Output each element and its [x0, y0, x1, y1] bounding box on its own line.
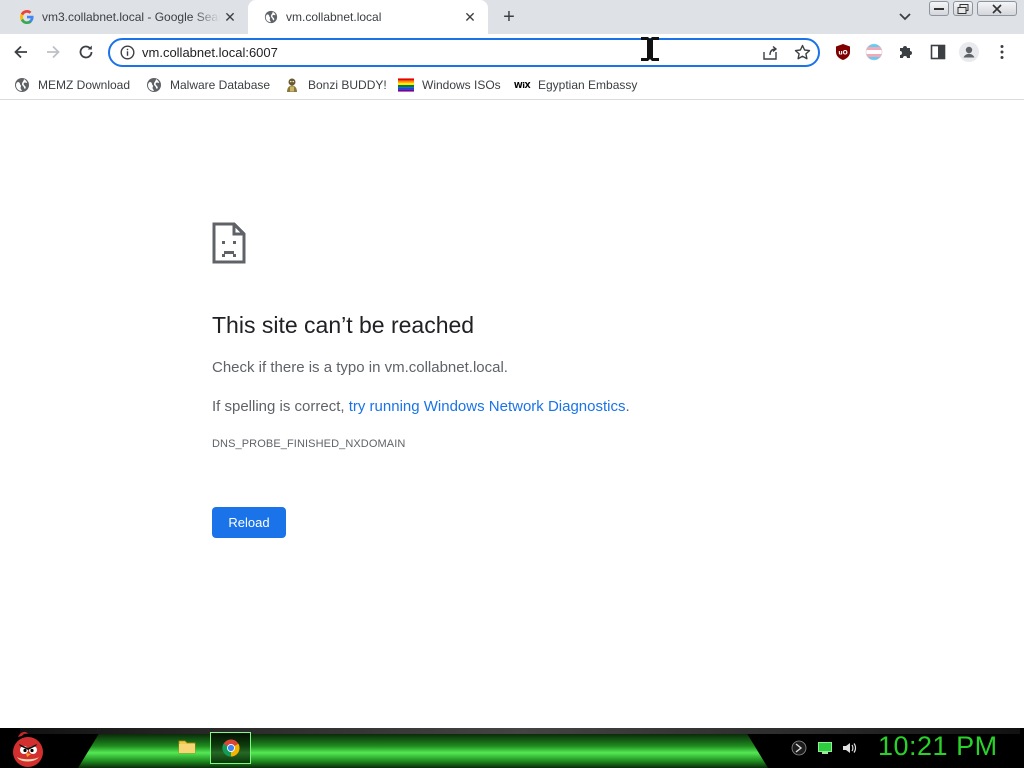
- close-window-button[interactable]: [977, 1, 1017, 16]
- back-button[interactable]: [9, 40, 33, 64]
- chrome-icon: [221, 739, 240, 757]
- bookmark-label: Windows ISOs: [422, 78, 501, 92]
- taskbar-chrome-button[interactable]: [210, 732, 251, 764]
- profile-avatar-icon[interactable]: [959, 42, 979, 62]
- error-title: This site can’t be reached: [212, 312, 475, 338]
- typo-suggestion: Check if there is a typo in vm.collabnet…: [212, 359, 508, 376]
- tab-title: vm3.collabnet.local - Google Search: [42, 10, 220, 24]
- menu-dots-icon[interactable]: [993, 43, 1011, 61]
- google-icon: [20, 10, 34, 24]
- info-icon[interactable]: [120, 45, 135, 60]
- bonzi-icon: [284, 77, 300, 93]
- angry-bird-start-icon[interactable]: [8, 729, 48, 767]
- bookmark-egyptian-embassy[interactable]: WiX Egyptian Embassy: [513, 75, 638, 95]
- tray-tool-icon[interactable]: [791, 740, 807, 756]
- forward-arrow-icon: [47, 45, 60, 59]
- new-tab-button[interactable]: +: [498, 6, 520, 28]
- bookmarks-bar: MEMZ Download Malware Database Bonzi BUD…: [0, 70, 1024, 100]
- refresh-icon: [79, 45, 93, 59]
- reload-button[interactable]: Reload: [212, 507, 286, 538]
- text-cursor-icon: [641, 37, 659, 61]
- close-tab-icon[interactable]: ✕: [462, 9, 478, 25]
- extensions-puzzle-icon[interactable]: [897, 43, 915, 61]
- diagnostics-prefix: If spelling is correct,: [212, 398, 349, 415]
- wix-icon: WiX: [513, 77, 531, 93]
- tab-google-search[interactable]: vm3.collabnet.local - Google Search ✕: [4, 0, 248, 34]
- bookmark-star-icon[interactable]: [794, 44, 811, 61]
- bookmark-label: MEMZ Download: [38, 78, 131, 92]
- back-arrow-icon: [14, 45, 27, 59]
- maximize-button[interactable]: [953, 1, 973, 16]
- diagnostics-suggestion: If spelling is correct, try running Wind…: [212, 398, 630, 415]
- volume-tray-icon[interactable]: [841, 740, 857, 756]
- tab-strip: vm3.collabnet.local - Google Search ✕ vm…: [0, 0, 1024, 34]
- page-content: This site can’t be reached Check if ther…: [0, 101, 1024, 728]
- taskbar-top-edge: [20, 728, 1020, 734]
- forward-button[interactable]: [41, 40, 65, 64]
- ublock-origin-icon[interactable]: uO: [834, 43, 852, 61]
- reload-toolbar-button[interactable]: [74, 40, 98, 64]
- side-panel-icon[interactable]: [929, 43, 947, 61]
- network-diagnostics-link[interactable]: try running Windows Network Diagnostics: [349, 398, 626, 415]
- globe-icon: [146, 77, 162, 93]
- bookmark-malware-database[interactable]: Malware Database: [146, 75, 270, 95]
- bookmark-label: Malware Database: [170, 78, 271, 92]
- svg-text:uO: uO: [838, 50, 847, 57]
- tab-search-chevron-icon[interactable]: [896, 9, 914, 25]
- globe-icon: [14, 77, 30, 93]
- bookmark-memz-download[interactable]: MEMZ Download: [14, 75, 130, 95]
- diagnostics-suffix: .: [625, 398, 630, 415]
- tab-collabnet[interactable]: vm.collabnet.local ✕: [248, 0, 488, 34]
- taskbar: 10:21 PM: [0, 728, 1024, 768]
- sad-document-icon: [212, 222, 246, 264]
- bookmark-label: Egyptian Embassy: [538, 78, 638, 92]
- minimize-button[interactable]: [929, 1, 949, 16]
- tab-title: vm.collabnet.local: [286, 10, 382, 24]
- share-icon[interactable]: [762, 45, 778, 61]
- bookmark-bonzi-buddy[interactable]: Bonzi BUDDY!: [284, 75, 387, 95]
- error-code: DNS_PROBE_FINISHED_NXDOMAIN: [212, 438, 406, 450]
- bookmark-label: Bonzi BUDDY!: [308, 78, 387, 92]
- globe-icon: [264, 10, 278, 24]
- rainbow-flag-icon: [398, 77, 414, 93]
- close-tab-icon[interactable]: ✕: [222, 9, 238, 25]
- file-explorer-icon[interactable]: [178, 738, 196, 754]
- bookmark-windows-isos[interactable]: Windows ISOs: [398, 75, 501, 95]
- network-tray-icon[interactable]: [817, 740, 833, 756]
- browser-toolbar: uO: [0, 34, 1024, 70]
- taskbar-clock[interactable]: 10:21 PM: [878, 731, 998, 762]
- wix-logo-text: WiX: [513, 80, 531, 90]
- address-bar[interactable]: [108, 38, 820, 67]
- trans-flag-extension-icon[interactable]: [865, 43, 883, 61]
